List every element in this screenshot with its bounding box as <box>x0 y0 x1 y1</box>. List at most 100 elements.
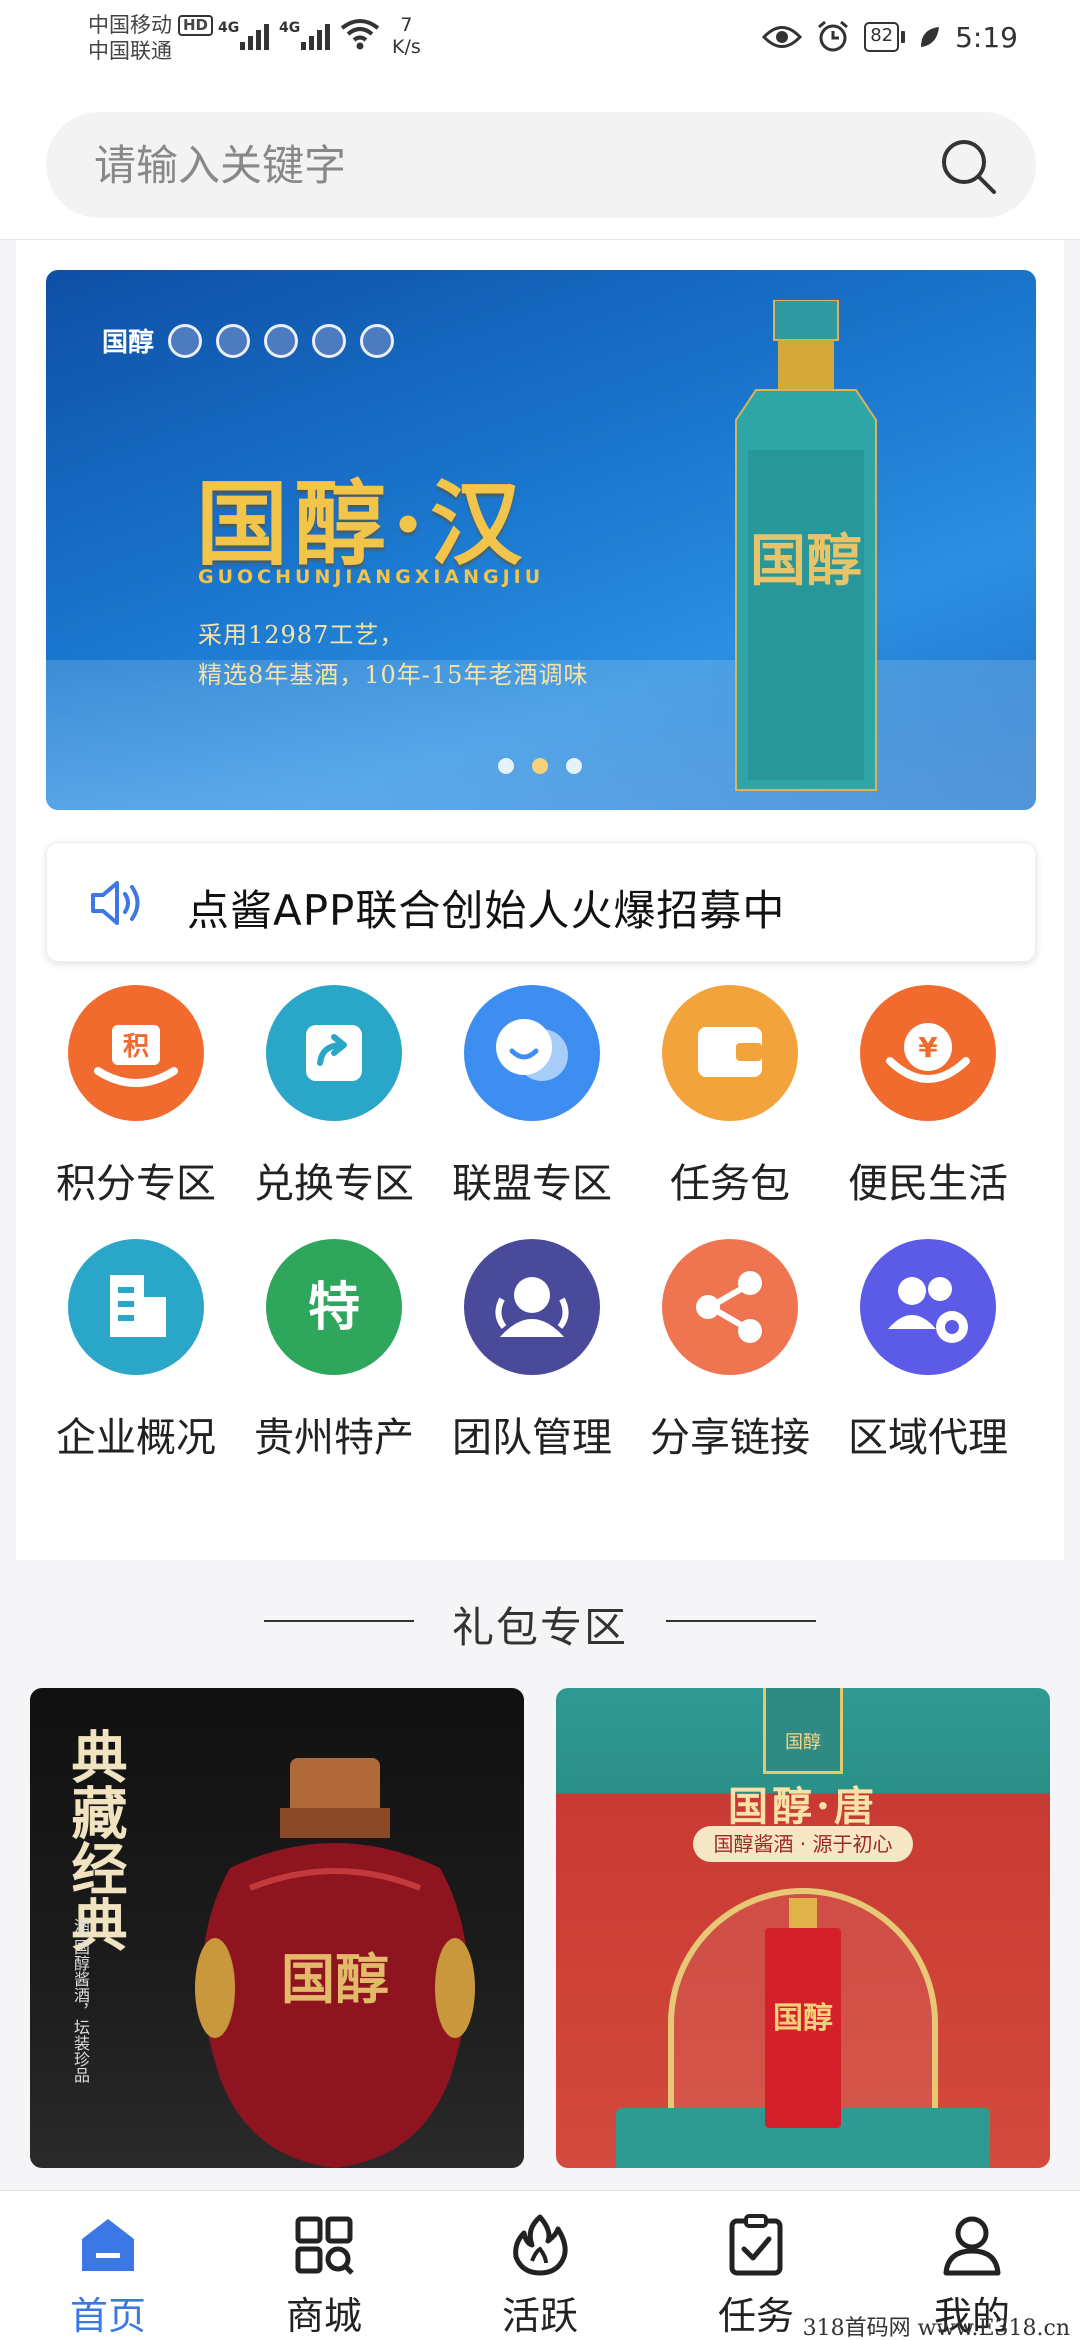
leaf-icon <box>921 27 940 47</box>
agent-icon <box>860 1239 996 1375</box>
gift-section-header: 礼包专区 <box>0 1590 1080 1652</box>
exchange-icon <box>266 985 402 1121</box>
banner-line-1: 采用12987工艺， <box>198 621 405 649</box>
alarm-icon <box>818 20 849 52</box>
medal-icon <box>168 323 203 358</box>
tab-label: 首页 <box>69 2294 146 2338</box>
product-subtitle: 国醇酱酒 · 源于初心 <box>693 1826 913 1862</box>
grid-item-team[interactable]: 团队管理 <box>432 1239 632 1469</box>
tab-label: 活跃 <box>501 2294 578 2338</box>
promo-banner[interactable]: 国醇 国醇·汉 GUOCHUNJIANGXIANGJIU 采用12987工艺， … <box>46 270 1036 810</box>
tab-active[interactable]: 活跃 <box>432 2191 648 2340</box>
bottle-label: 国醇 <box>750 528 862 594</box>
banner-line-2: 精选8年基酒，10年-15年老酒调味 <box>198 661 589 689</box>
banner-title: 国醇·汉 <box>196 470 529 578</box>
status-right: 82 5:19 <box>762 20 1018 54</box>
jar-label: 国醇 <box>281 1947 389 2011</box>
divider <box>666 1620 816 1622</box>
banner-dot-active[interactable] <box>532 758 548 774</box>
medal-icon <box>216 323 251 358</box>
announcement-text: 点酱APP联合创始人火爆招募中 <box>187 886 786 935</box>
banner-brand-logo: 国醇 <box>102 322 395 359</box>
bottle-label: 国醇 <box>773 2001 833 2036</box>
net-speed-value: 7 <box>400 14 413 36</box>
share-icon <box>662 1239 798 1375</box>
tab-home[interactable]: 首页 <box>0 2191 216 2340</box>
tab-label: 商城 <box>285 2294 362 2338</box>
grid-item-task-pack[interactable]: 任务包 <box>630 985 830 1215</box>
home-main-card: 国醇 国醇·汉 GUOCHUNJIANGXIANGJIU 采用12987工艺， … <box>16 240 1064 1560</box>
grid-label: 贵州特产 <box>254 1415 414 1461</box>
grid-item-alliance[interactable]: 联盟专区 <box>432 985 632 1215</box>
watermark: 318首码网 www.E318.cn <box>802 2316 1070 2340</box>
grid-item-agent[interactable]: 区域代理 <box>828 1239 1028 1469</box>
medal-icon <box>312 323 347 358</box>
app-screen: 中国移动 HD 中国联通 4G 4G 7 K/s 82 5:19 请输入关键字 … <box>0 0 1080 2340</box>
battery-icon: 82 <box>864 22 906 52</box>
status-bar: 中国移动 HD 中国联通 4G 4G 7 K/s 82 5:19 <box>0 0 1080 82</box>
grid-label: 区域代理 <box>848 1415 1008 1461</box>
grid-label: 分享链接 <box>650 1415 810 1461</box>
building-icon <box>68 1239 204 1375</box>
wifi-icon <box>340 19 380 50</box>
carrier-2: 中国联通 <box>88 39 172 63</box>
grid-item-convenience[interactable]: ¥ 便民生活 <box>828 985 1028 1215</box>
search-area <box>0 82 1080 240</box>
liquor-bottle-image: 国醇 <box>735 300 877 791</box>
net-speed: 7 K/s <box>392 14 421 58</box>
grid-label: 团队管理 <box>452 1415 612 1461</box>
search-icon[interactable] <box>936 134 1000 198</box>
grid-label: 联盟专区 <box>452 1161 612 1207</box>
product-logo: 国醇 <box>763 1688 843 1774</box>
product-subtitle: 酒 国醇酱酒，坛装珍品 <box>71 1918 90 2084</box>
signal-2-icon: 4G <box>279 20 330 50</box>
team-icon <box>464 1239 600 1375</box>
liquor-bottle-image: 国醇 <box>765 1898 841 2128</box>
banner-dot[interactable] <box>498 758 514 774</box>
carrier-1: 中国移动 <box>88 13 172 37</box>
carrier-info: 中国移动 HD 中国联通 <box>88 12 214 64</box>
grid-label: 兑换专区 <box>254 1161 414 1207</box>
banner-pinyin: GUOCHUNJIANGXIANGJIU <box>198 566 545 588</box>
points-icon: 积 <box>68 985 204 1121</box>
profile-icon <box>943 2216 1001 2276</box>
network-type-1: 4G <box>218 20 240 36</box>
tab-mall[interactable]: 商城 <box>216 2191 432 2340</box>
signal-1-icon: 4G <box>218 20 269 50</box>
search-bar[interactable] <box>46 112 1036 218</box>
liquor-jar-image: 国醇 <box>195 1758 475 2168</box>
speaker-icon <box>91 881 140 925</box>
banner-brand: 国醇 <box>102 328 155 358</box>
home-icon <box>82 2219 134 2271</box>
net-speed-unit: K/s <box>392 36 421 58</box>
medal-icon <box>264 323 299 358</box>
svg-text:特: 特 <box>308 1278 360 1338</box>
mall-icon <box>295 2216 354 2275</box>
product-card[interactable]: 典藏经典 酒 国醇酱酒，坛装珍品 国醇 <box>30 1688 524 2168</box>
medal-icon <box>360 323 395 358</box>
grid-label: 企业概况 <box>56 1415 216 1461</box>
grid-label: 积分专区 <box>56 1161 216 1207</box>
banner-dot[interactable] <box>566 758 582 774</box>
svg-text:积: 积 <box>123 1032 149 1062</box>
signal-indicators: 4G 4G <box>218 20 330 50</box>
grid-item-company[interactable]: 企业概况 <box>36 1239 236 1469</box>
specialty-icon: 特 <box>266 1239 402 1375</box>
wallet-icon <box>662 985 798 1121</box>
grid-label: 任务包 <box>670 1161 790 1207</box>
svg-text:¥: ¥ <box>918 1031 938 1064</box>
product-title: 国醇·唐 <box>728 1783 878 1830</box>
hd-badge: HD <box>178 15 214 36</box>
grid-item-points[interactable]: 积 积分专区 <box>36 985 236 1215</box>
task-icon <box>729 2214 783 2276</box>
product-card[interactable]: 国醇 国醇·唐 国醇酱酒 · 源于初心 国醇 <box>556 1688 1050 2168</box>
clock: 5:19 <box>955 20 1018 54</box>
announcement-bar[interactable]: 点酱APP联合创始人火爆招募中 <box>46 842 1036 962</box>
battery-level: 82 <box>864 22 900 52</box>
flame-icon <box>513 2214 568 2276</box>
grid-item-exchange[interactable]: 兑换专区 <box>234 985 434 1215</box>
search-input[interactable] <box>94 140 894 190</box>
alliance-icon <box>464 985 600 1121</box>
grid-item-share[interactable]: 分享链接 <box>630 1239 830 1469</box>
grid-item-specialty[interactable]: 特 贵州特产 <box>234 1239 434 1469</box>
